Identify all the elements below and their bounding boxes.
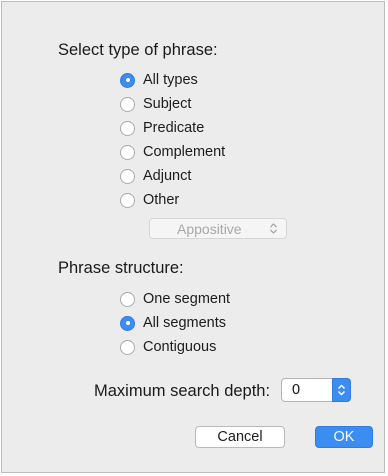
other-type-popup[interactable]: Appositive <box>149 218 287 239</box>
up-down-chevron-icon <box>270 223 277 234</box>
phrase-structure-heading: Phrase structure: <box>58 259 184 277</box>
radio-other-label: Other <box>143 192 180 208</box>
phrase-type-heading: Select type of phrase: <box>58 41 218 59</box>
max-search-depth-label: Maximum search depth: <box>94 382 271 400</box>
other-type-popup-value: Appositive <box>177 220 242 237</box>
radio-other[interactable]: Other <box>120 190 179 210</box>
radio-all-segments-label: All segments <box>143 315 227 331</box>
radio-other-indicator <box>120 192 135 208</box>
max-search-depth-field[interactable]: 0 <box>281 378 332 402</box>
radio-predicate-label: Predicate <box>143 120 205 136</box>
radio-adjunct[interactable]: Adjunct <box>120 166 191 186</box>
radio-subject[interactable]: Subject <box>120 94 191 114</box>
radio-contiguous[interactable]: Contiguous <box>120 337 216 357</box>
radio-all-segments-indicator <box>120 315 135 331</box>
ok-button[interactable]: OK <box>315 426 373 448</box>
radio-all-types[interactable]: All types <box>120 70 198 90</box>
radio-one-segment[interactable]: One segment <box>120 289 230 309</box>
stepper-arrows-icon <box>337 384 346 396</box>
radio-subject-label: Subject <box>143 96 192 112</box>
radio-complement[interactable]: Complement <box>120 142 225 162</box>
radio-complement-label: Complement <box>143 144 226 160</box>
radio-adjunct-indicator <box>120 168 135 184</box>
radio-all-types-label: All types <box>143 72 198 88</box>
radio-all-types-indicator <box>120 72 135 88</box>
cancel-button[interactable]: Cancel <box>195 426 285 448</box>
radio-one-segment-indicator <box>120 291 135 307</box>
phrase-search-dialog: Select type of phrase: All types Subject… <box>1 1 385 473</box>
max-search-depth-value: 0 <box>292 382 301 398</box>
radio-predicate-indicator <box>120 120 135 136</box>
max-search-depth-stepper[interactable] <box>332 378 351 402</box>
radio-one-segment-label: One segment <box>143 291 231 307</box>
radio-contiguous-label: Contiguous <box>143 339 217 355</box>
radio-adjunct-label: Adjunct <box>143 168 192 184</box>
radio-subject-indicator <box>120 96 135 112</box>
radio-predicate[interactable]: Predicate <box>120 118 204 138</box>
radio-complement-indicator <box>120 144 135 160</box>
radio-contiguous-indicator <box>120 339 135 355</box>
radio-all-segments[interactable]: All segments <box>120 313 226 333</box>
